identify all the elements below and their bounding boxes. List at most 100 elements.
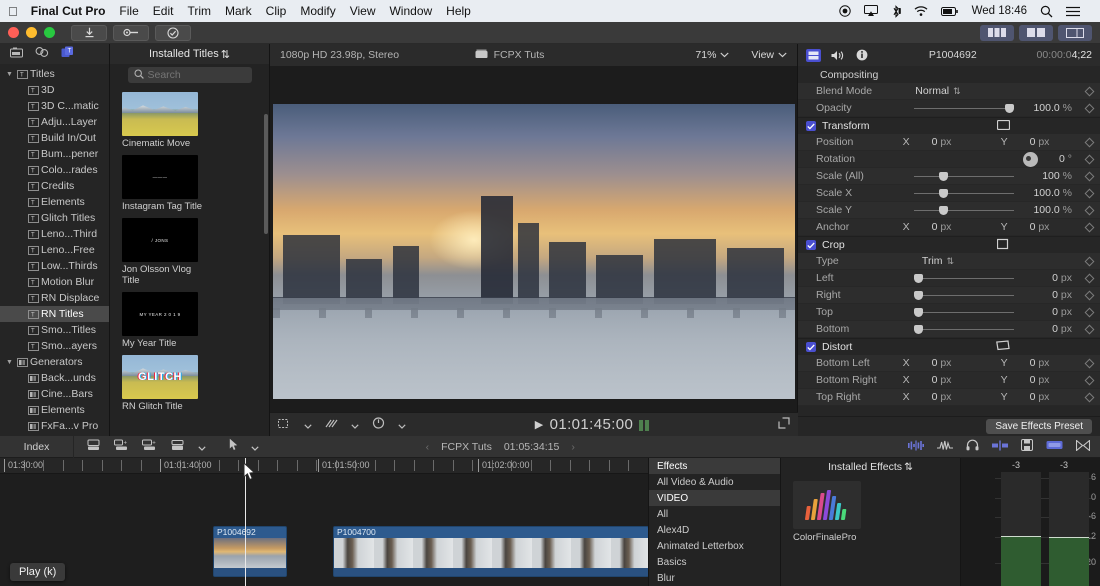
sidebar-item-generators[interactable]: ▼ Generators xyxy=(0,354,109,370)
viewer-canvas[interactable] xyxy=(270,66,797,436)
keyframe-button[interactable] xyxy=(1078,103,1100,113)
y-value[interactable]: 0 px xyxy=(1030,221,1050,233)
titles-grid[interactable]: Cinematic Move ——— Instagram Tag Title / JO… xyxy=(110,86,269,436)
chevron-updown-icon[interactable]: ⇅ xyxy=(947,256,955,267)
browser-header[interactable]: Installed Titles ⇅ xyxy=(110,44,269,64)
chevron-down-icon[interactable] xyxy=(720,49,730,61)
parameter-value[interactable]: 100.0 % xyxy=(1024,204,1072,216)
viewer-view-menu[interactable]: View xyxy=(751,49,787,61)
sidebar-item-build-in-out[interactable]: T Build In/Out xyxy=(0,130,109,146)
y-value[interactable]: 0 px xyxy=(1030,357,1050,369)
timeline-index-icon[interactable] xyxy=(1075,438,1091,456)
keyframe-button[interactable] xyxy=(1078,290,1100,300)
title-thumbnail[interactable]: GLITCH xyxy=(122,355,198,399)
y-value[interactable]: 0 px xyxy=(1030,374,1050,386)
effects-category-item[interactable]: All Video & Audio xyxy=(649,474,780,490)
chevron-updown-icon[interactable]: ⇅ xyxy=(953,86,961,97)
parameter-value[interactable]: 100.0 % xyxy=(1024,102,1072,114)
effects-category-item[interactable]: VIDEO xyxy=(649,490,780,506)
keyframe-button[interactable] xyxy=(1078,137,1100,147)
inspector-row[interactable]: Bottom 0 px xyxy=(798,321,1100,338)
viewer-zoom-control[interactable]: 71% xyxy=(695,49,730,61)
effects-category-item[interactable]: Alex4D xyxy=(649,522,780,538)
record-icon[interactable] xyxy=(838,5,851,17)
timeline-clip[interactable]: P1004692 xyxy=(213,526,287,577)
menu-item-trim[interactable]: Trim xyxy=(187,4,211,18)
chevron-updown-icon[interactable]: ⇅ xyxy=(221,48,230,61)
popup-value[interactable]: Normal xyxy=(915,85,949,97)
inspector-row[interactable]: Right 0 px xyxy=(798,287,1100,304)
keyframe-button[interactable] xyxy=(1078,358,1100,368)
x-value[interactable]: 0 px xyxy=(932,221,952,233)
info-inspector-tab[interactable] xyxy=(854,49,869,62)
inspector-row[interactable]: Bottom Left X 0 px Y 0 px xyxy=(798,355,1100,372)
popup-value[interactable]: Trim xyxy=(922,255,943,267)
sidebar-item-elements[interactable]: T Elements xyxy=(0,194,109,210)
parameter-slider[interactable] xyxy=(914,188,1014,199)
minimize-button[interactable] xyxy=(26,27,37,38)
effects-icon[interactable] xyxy=(35,45,49,63)
video-inspector-tab[interactable] xyxy=(806,48,821,62)
parameter-slider[interactable] xyxy=(914,103,1014,114)
parameter-value[interactable]: 0 px xyxy=(1024,323,1072,335)
effects-category-item[interactable]: Animated Letterbox xyxy=(649,538,780,554)
sidebar-item-fxfa-v-pro[interactable]: FxFa...v Pro xyxy=(0,418,109,434)
sidebar-item-smo-ayers[interactable]: T Smo...ayers xyxy=(0,338,109,354)
x-value[interactable]: 0 px xyxy=(932,374,952,386)
effect-item[interactable]: ColorFinalePro xyxy=(781,475,960,543)
keyframe-button[interactable] xyxy=(113,24,149,41)
menu-item-edit[interactable]: Edit xyxy=(153,4,174,18)
keyframe-button[interactable] xyxy=(1078,154,1100,164)
sidebar-item-leno-free[interactable]: T Leno...Free xyxy=(0,242,109,258)
apple-menu-icon[interactable]:  xyxy=(8,5,18,18)
menu-item-modify[interactable]: Modify xyxy=(300,4,335,18)
sidebar-item-elements[interactable]: Elements xyxy=(0,402,109,418)
title-thumbnail[interactable] xyxy=(122,92,198,136)
x-value[interactable]: 0 px xyxy=(932,391,952,403)
library-icon[interactable] xyxy=(1020,438,1033,456)
chevron-down-icon[interactable] xyxy=(351,416,359,434)
section-enable-checkbox[interactable] xyxy=(806,342,816,352)
sidebar-item-back-unds[interactable]: Back...unds xyxy=(0,370,109,386)
installed-effects-header[interactable]: Installed Effects ⇅ xyxy=(781,458,960,475)
timeline-ruler[interactable]: 01:30:00 01:01:40:00 01:01:50:00 01:02:00:0… xyxy=(0,458,649,474)
inspector-toggle[interactable] xyxy=(1058,24,1092,41)
connect-icon[interactable]: + xyxy=(142,438,157,456)
parameter-value[interactable]: 0 px xyxy=(1024,289,1072,301)
battery-icon[interactable] xyxy=(940,6,959,17)
headphones-icon[interactable] xyxy=(966,438,979,456)
title-thumbnail[interactable]: / JONS xyxy=(122,218,198,262)
inspector-row[interactable]: Scale Y 100.0 % xyxy=(798,202,1100,219)
chevron-down-icon[interactable] xyxy=(198,438,206,456)
sidebar-item-bum-pener[interactable]: T Bum...pener xyxy=(0,146,109,162)
inspector-row[interactable]: Type Trim ⇅ xyxy=(798,253,1100,270)
clip-appearance-icon[interactable] xyxy=(1046,438,1063,456)
inspector-row[interactable]: Blend Mode Normal ⇅ xyxy=(798,83,1100,100)
import-media-button[interactable] xyxy=(71,24,107,41)
inspector-row[interactable]: Bottom Right X 0 px Y 0 px xyxy=(798,372,1100,389)
title-item[interactable]: ——— Instagram Tag Title xyxy=(122,155,202,212)
crop-glyph[interactable] xyxy=(996,238,1010,253)
chevron-down-icon[interactable] xyxy=(251,438,259,456)
disclosure-triangle-icon[interactable]: ▼ xyxy=(4,359,15,366)
title-item[interactable]: / JONS Jon Olsson Vlog Title xyxy=(122,218,202,286)
sidebar-item-cine-bars[interactable]: Cine...Bars xyxy=(0,386,109,402)
timeline-index-button[interactable]: Index xyxy=(0,435,74,458)
sidebar-item-motion-blur[interactable]: T Motion Blur xyxy=(0,274,109,290)
effects-category-item[interactable]: Blur xyxy=(649,570,780,586)
parameter-value[interactable]: 0 ° xyxy=(1042,153,1072,165)
inspector-section-transform[interactable]: Transform xyxy=(798,117,1100,134)
insert-icon[interactable]: + xyxy=(114,438,129,456)
inspector-row[interactable]: Rotation 0 ° xyxy=(798,151,1100,168)
sidebar-item-credits[interactable]: T Credits xyxy=(0,178,109,194)
effects-category-list[interactable]: Effects All Video & Audio VIDEO All Alex4D An… xyxy=(648,458,780,586)
transition-tool-icon[interactable] xyxy=(325,416,338,434)
inspector-row[interactable]: Scale (All) 100 % xyxy=(798,168,1100,185)
library-tree[interactable]: ▼ T Titles T 3D T 3D C...matic T Adju...Layer T Bu… xyxy=(0,64,109,436)
nav-next-button[interactable]: › xyxy=(571,441,575,453)
expand-icon[interactable] xyxy=(778,416,790,434)
inspector-parameters[interactable]: Compositing Blend Mode Normal ⇅ Opacity 100.0… xyxy=(798,66,1100,416)
menu-item-final-cut-pro[interactable]: Final Cut Pro xyxy=(31,4,106,18)
effects-category-item[interactable]: Basics xyxy=(649,554,780,570)
transform-glyph[interactable] xyxy=(996,119,1011,133)
